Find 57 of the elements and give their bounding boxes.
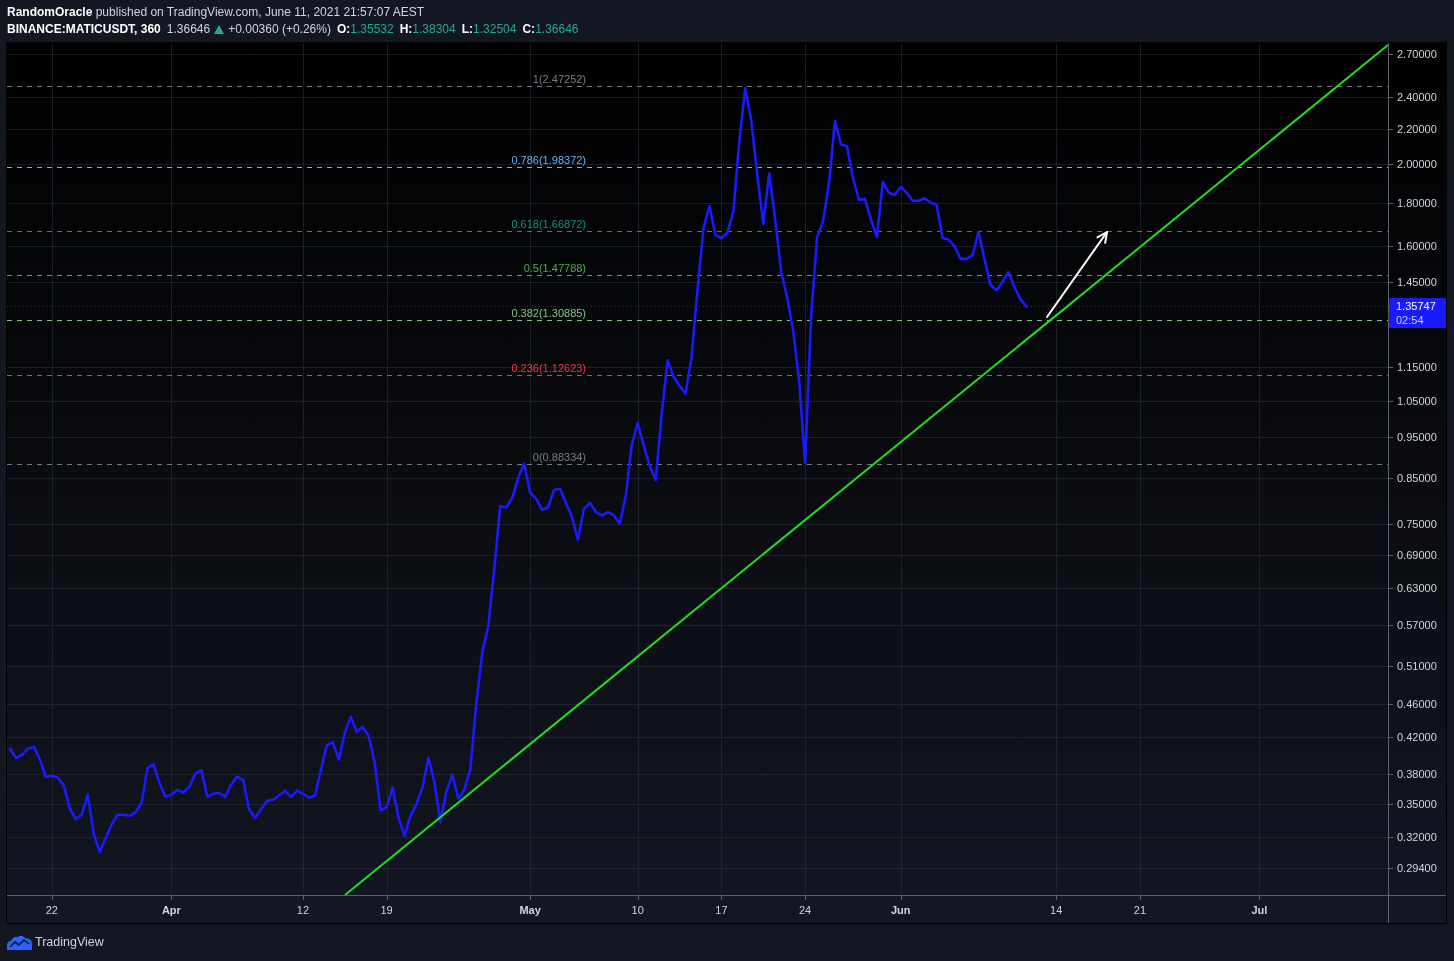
date-axis-label: 24 [799,903,812,917]
fib-level-label: 0.786(1.98372) [511,153,587,166]
price-axis-label: 0.29400 [1397,861,1437,876]
price-axis-label: 1.05000 [1397,393,1437,408]
date-axis-label: 12 [296,903,310,917]
ohlc-label: L: [461,21,474,38]
last-price: 1.36646 [166,21,211,38]
fib-level-label: 0.5(1.47788) [523,261,587,274]
price-axis-label: 0.38000 [1397,766,1437,781]
price-axis-label: 0.75000 [1397,517,1437,532]
price-axis-label: 0.69000 [1397,547,1437,562]
price-axis-label: 0.57000 [1397,618,1437,632]
date-axis-label: Jul [1251,903,1268,917]
brand-name: TradingView [35,934,104,949]
price-axis-label: 1.45000 [1397,275,1437,290]
price-axis-label: 1.80000 [1397,195,1437,210]
price-axis-label: 0.32000 [1397,829,1437,844]
date-axis-label: 17 [715,903,728,917]
price-axis-label: 0.46000 [1397,696,1437,711]
price-axis-label: 0.42000 [1397,730,1437,745]
price-axis-label: 0.85000 [1397,471,1437,486]
price-axis-label: 2.20000 [1397,122,1437,137]
price-axis-label: 1.15000 [1397,360,1437,375]
ohlc-value: 1.36646 [535,21,579,38]
date-axis-label: 10 [631,903,644,917]
price-axis-label: 2.00000 [1397,157,1437,172]
date-axis-label: 21 [1133,903,1146,917]
date-axis-label: May [519,903,541,917]
price-axis-label: 0.63000 [1397,581,1437,596]
fib-level-label: 1(2.47252) [532,72,587,85]
date-axis-label: 19 [380,903,393,917]
fib-level-label: 0.618(1.66872) [511,217,587,230]
countdown-timer: 02:54 [1396,313,1425,328]
price-axis-label: 0.95000 [1397,430,1437,445]
price-axis-label: 0.35000 [1397,797,1437,812]
date-axis-label: 22 [45,903,58,917]
date-axis-label: 14 [1050,903,1063,917]
fib-level-label: 0.382(1.30885) [511,306,587,319]
price-axis-label: 2.70000 [1397,46,1437,61]
price-axis-label: 0.51000 [1397,658,1437,673]
ohlc-label: C: [522,21,536,38]
ohlc-label: H: [399,21,413,38]
price-tag-value: 1.35747 [1396,299,1437,314]
price-change: +0.00360 (+0.26%) [228,21,331,38]
price-axis-label: 2.40000 [1397,90,1437,105]
ohlc-label: O: [336,21,351,38]
fib-level-label: 0(0.88334) [532,450,587,463]
price-axis-label: 1.60000 [1397,239,1437,254]
cloud-logo-icon [7,933,32,950]
ohlc-value: 1.32504 [473,21,517,38]
ohlc-value: 1.38304 [412,21,456,38]
fib-level-label: 0.236(1.12623) [511,361,587,374]
date-axis-label: Apr [161,903,181,917]
symbol-title: BINANCE:MATICUSDT, 360 [7,21,161,38]
date-axis-label: Jun [890,903,911,917]
ohlc-value: 1.35532 [350,21,394,38]
publish-info: RandomOracle published on TradingView.com, June 11, 2021 21:57:07 AEST [7,4,425,21]
